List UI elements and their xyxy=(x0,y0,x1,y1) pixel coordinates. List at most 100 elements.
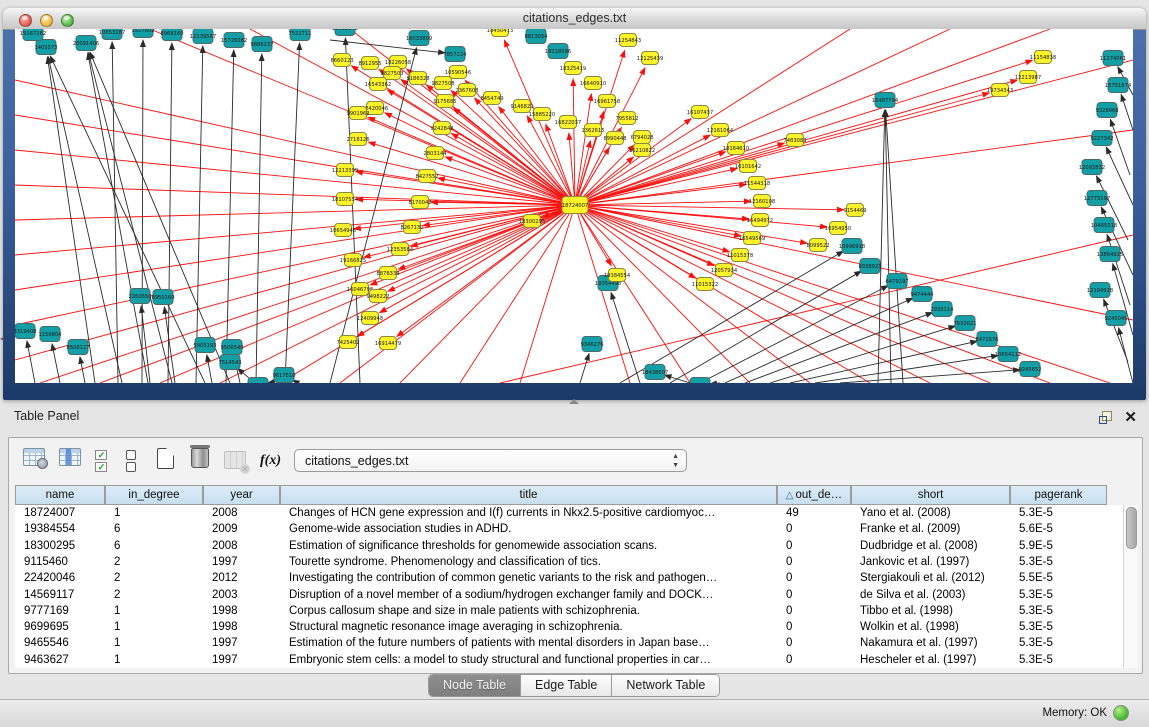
table-cell[interactable]: 2012 xyxy=(203,570,280,586)
graph-node[interactable]: 9617510 xyxy=(272,368,295,383)
graph-node[interactable]: 20091406 xyxy=(73,36,99,51)
table-cell[interactable]: 1998 xyxy=(203,619,280,635)
table-cell[interactable]: 0 xyxy=(777,635,851,651)
column-header-title[interactable]: title xyxy=(280,485,777,505)
graph-node[interactable]: 6794028 xyxy=(630,131,653,144)
table-cell[interactable]: 6 xyxy=(105,538,203,554)
graph-node[interactable]: 8990448 xyxy=(603,132,626,145)
graph-node[interactable]: 8813054 xyxy=(524,29,548,44)
table-cell[interactable]: Tourette syndrome. Phenomenology and cla… xyxy=(280,554,777,570)
function-builder-icon[interactable]: f(x) xyxy=(260,451,284,475)
graph-node[interactable]: 11174061 xyxy=(1100,51,1126,66)
table-cell[interactable]: 18300295 xyxy=(15,538,105,554)
table-cell[interactable]: 9465546 xyxy=(15,635,105,651)
tab-network-table[interactable]: Network Table xyxy=(612,675,719,696)
table-cell[interactable]: Hescheler et al. (1997) xyxy=(851,652,1010,668)
graph-node[interactable]: 8267130 xyxy=(400,221,423,234)
graph-node[interactable]: 8938923 xyxy=(858,259,881,274)
table-cell[interactable]: 0 xyxy=(777,652,851,668)
graph-node[interactable]: 9245045 xyxy=(1104,311,1127,326)
graph-node[interactable]: 9146821 xyxy=(510,100,533,113)
table-cell[interactable]: Corpus callosum shape and size in male p… xyxy=(280,603,777,619)
delete-trash-icon[interactable] xyxy=(191,448,215,472)
graph-node[interactable]: 9506540 xyxy=(220,340,243,355)
table-cell[interactable]: Jankovic et al. (1997) xyxy=(851,554,1010,570)
graph-node[interactable]: 12239567 xyxy=(190,29,216,44)
table-cell[interactable]: 0 xyxy=(777,587,851,603)
table-cell[interactable]: Genome-wide association studies in ADHD. xyxy=(280,521,777,537)
graph-node[interactable]: 9498222 xyxy=(366,290,389,303)
table-row[interactable]: 969969511998Structural magnetic resonanc… xyxy=(15,619,1132,635)
table-cell[interactable]: 1997 xyxy=(203,635,280,651)
table-cell[interactable]: 0 xyxy=(777,619,851,635)
table-cell[interactable]: Nakamura et al. (1997) xyxy=(851,635,1010,651)
graph-node[interactable]: 9886237 xyxy=(250,37,273,52)
new-table-icon[interactable] xyxy=(157,448,181,472)
table-settings-icon[interactable] xyxy=(23,448,47,472)
table-cell[interactable]: Franke et al. (2009) xyxy=(851,521,1010,537)
graph-node[interactable]: 8170042 xyxy=(408,196,431,209)
graph-node[interactable]: 18438607 xyxy=(642,365,668,380)
graph-node[interactable]: 9242848 xyxy=(430,122,453,135)
table-cell[interactable]: 0 xyxy=(777,570,851,586)
graph-node[interactable]: 9245652 xyxy=(1018,362,1041,377)
graph-node[interactable]: 2367608 xyxy=(455,84,478,97)
graph-node[interactable]: 19218596 xyxy=(545,44,571,59)
graph-node[interactable]: 2624529 xyxy=(246,378,269,384)
table-cell[interactable]: 2009 xyxy=(203,521,280,537)
table-cell[interactable]: Disruption of a novel member of a sodium… xyxy=(280,587,777,603)
table-cell[interactable]: Estimation of significance thresholds fo… xyxy=(280,538,777,554)
graph-node[interactable]: 8508127 xyxy=(66,340,89,355)
table-cell[interactable]: 2 xyxy=(105,587,203,603)
graph-node[interactable]: 5905193 xyxy=(193,338,216,353)
graph-node[interactable]: 9329968 xyxy=(1095,103,1118,118)
table-cell[interactable]: 22420046 xyxy=(15,570,105,586)
table-cell[interactable]: 5.3E-5 xyxy=(1010,652,1107,668)
table-cell[interactable]: 2008 xyxy=(203,538,280,554)
graph-node[interactable]: 12773197 xyxy=(1084,191,1110,206)
table-cell[interactable]: 49 xyxy=(777,505,851,521)
memory-status-dot[interactable] xyxy=(1113,705,1129,721)
graph-node[interactable]: 9227342 xyxy=(1090,131,1113,146)
graph-node[interactable]: 8968160 xyxy=(160,29,183,41)
table-cell[interactable]: 1 xyxy=(105,505,203,521)
graph-node[interactable]: 9474444 xyxy=(910,287,934,302)
table-cell[interactable]: Wolkin et al. (1998) xyxy=(851,619,1010,635)
table-cell[interactable]: Changes of HCN gene expression and I(f) … xyxy=(280,505,777,521)
float-panel-icon[interactable] xyxy=(1099,411,1112,424)
graph-node[interactable]: 1527602 xyxy=(131,29,154,38)
row-options-icon[interactable] xyxy=(126,450,150,474)
graph-node[interactable]: 9901962 xyxy=(346,107,369,120)
table-cell[interactable]: 9115460 xyxy=(15,554,105,570)
table-cell[interactable]: 2008 xyxy=(203,505,280,521)
graph-node[interactable]: 10654112 xyxy=(995,347,1021,362)
graph-node[interactable]: 10653287 xyxy=(99,29,125,40)
graph-node[interactable]: 7425402 xyxy=(336,336,359,349)
table-cell[interactable]: 6 xyxy=(105,521,203,537)
graph-node[interactable]: 1405573 xyxy=(34,40,57,55)
table-row[interactable]: 911546021997Tourette syndrome. Phenomeno… xyxy=(15,554,1132,570)
graph-node[interactable]: 8427552 xyxy=(415,170,438,183)
column-header-short[interactable]: short xyxy=(851,485,1010,505)
table-row[interactable]: 977716911998Corpus callosum shape and si… xyxy=(15,603,1132,619)
table-cell[interactable]: 5.3E-5 xyxy=(1010,635,1107,651)
table-cell[interactable]: Yano et al. (2008) xyxy=(851,505,1010,521)
table-row[interactable]: 946554611997Estimation of the future num… xyxy=(15,635,1132,651)
graph-node[interactable]: 8878334 xyxy=(376,267,400,280)
network-canvas-svg[interactable]: 1872400714055732009140619167262106532871… xyxy=(15,29,1133,383)
tab-edge-table[interactable]: Edge Table xyxy=(521,675,612,696)
column-header-name[interactable]: name xyxy=(15,485,105,505)
network-canvas[interactable]: 1872400714055732009140619167262106532871… xyxy=(15,29,1133,383)
table-cell[interactable]: 9777169 xyxy=(15,603,105,619)
table-cell[interactable]: Investigating the contribution of common… xyxy=(280,570,777,586)
graph-node[interactable]: 16487794 xyxy=(872,93,899,108)
table-cell[interactable]: Stergiakouli et al. (2012) xyxy=(851,570,1010,586)
table-cell[interactable]: 5.3E-5 xyxy=(1010,554,1107,570)
graph-node[interactable]: 8912955 xyxy=(358,57,381,70)
graph-node[interactable]: 16033809 xyxy=(406,31,432,46)
show-columns-icon[interactable] xyxy=(59,448,83,472)
graph-node[interactable]: 19167262 xyxy=(20,29,46,41)
table-cell[interactable]: 5.3E-5 xyxy=(1010,587,1107,603)
graph-node[interactable]: 7632621 xyxy=(953,316,976,331)
table-cell[interactable]: 5.5E-5 xyxy=(1010,570,1107,586)
